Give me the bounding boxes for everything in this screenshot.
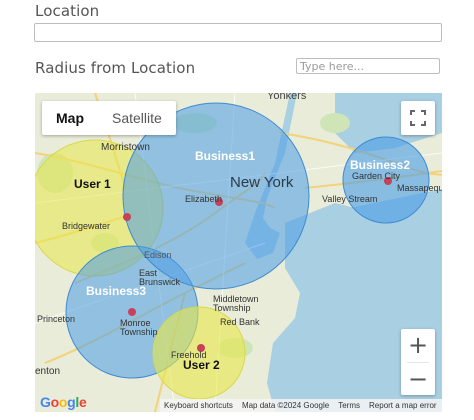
terms-link[interactable]: Terms	[338, 401, 360, 410]
map-attribution: Keyboard shortcuts Map data ©2024 Google…	[160, 399, 442, 412]
label-morristown: Morristown	[101, 142, 150, 153]
label-monroe-township: Monroe Township	[120, 318, 158, 337]
label-princeton: Princeton	[37, 314, 76, 324]
report-map-error-link[interactable]: Report a map error	[369, 401, 437, 410]
label-garden-city: Garden City	[352, 171, 401, 181]
label-massapequa: Massapequa	[397, 183, 442, 193]
label-middletown-township: Middletown Township	[213, 294, 259, 313]
map-container[interactable]: Yonkers Morristown New York Elizabeth Ga…	[35, 93, 442, 412]
location-input[interactable]	[34, 23, 442, 42]
user-1-marker[interactable]	[123, 213, 131, 221]
circle-label-user-2: User 2	[183, 358, 220, 372]
keyboard-shortcuts-link[interactable]: Keyboard shortcuts	[164, 401, 233, 410]
label-valley-stream: Valley Stream	[322, 194, 378, 204]
label-new-york: New York	[230, 174, 294, 191]
zoom-control: + −	[401, 329, 435, 395]
label-elizabeth: Elizabeth	[185, 194, 223, 204]
circle-label-business-1: Business1	[195, 149, 256, 163]
zoom-out-button[interactable]: −	[401, 363, 435, 395]
map-canvas	[35, 93, 442, 412]
fullscreen-icon	[410, 110, 426, 126]
google-logo[interactable]: Google	[40, 394, 87, 410]
label-edison: Edison	[144, 250, 172, 260]
map-type-map-button[interactable]: Map	[42, 101, 98, 135]
label-red-bank: Red Bank	[220, 317, 260, 327]
zoom-in-button[interactable]: +	[401, 329, 435, 361]
label-trenton: enton	[35, 366, 61, 377]
map-type-control: Map Satellite	[42, 101, 176, 135]
location-label: Location	[35, 2, 100, 20]
radius-input[interactable]	[296, 58, 440, 74]
business-3-marker[interactable]	[128, 308, 136, 316]
map-type-satellite-button[interactable]: Satellite	[98, 101, 176, 135]
circle-label-user-1: User 1	[74, 177, 111, 191]
label-yonkers: Yonkers	[267, 93, 307, 102]
map-data-text: Map data ©2024 Google	[241, 401, 330, 410]
label-bridgewater: Bridgewater	[62, 221, 111, 231]
circle-label-business-3: Business3	[86, 284, 147, 298]
fullscreen-button[interactable]	[401, 101, 435, 135]
circle-label-business-2: Business2	[350, 158, 411, 172]
radius-label: Radius from Location	[35, 59, 196, 77]
